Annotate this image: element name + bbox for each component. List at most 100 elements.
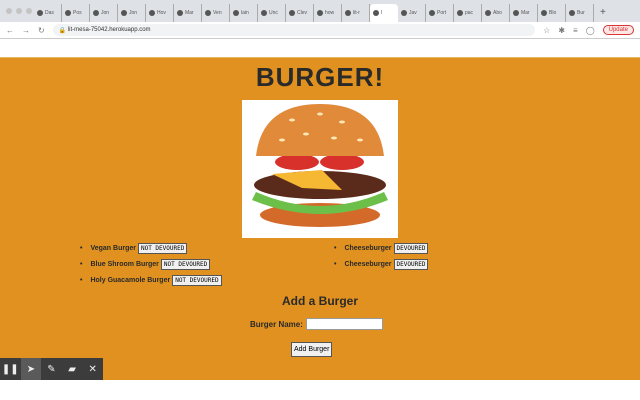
tab-bar: Das Pos Jon Jon Hov Mar Ven lain Unc Clev how lit-r…: [0, 0, 640, 22]
tab-favicon-icon: [289, 10, 295, 16]
tab-favicon-icon: [541, 10, 547, 16]
browser-tab[interactable]: Ven: [202, 4, 230, 22]
burger-name: Blue Shroom Burger: [90, 260, 159, 268]
new-tab-button[interactable]: +: [600, 4, 606, 22]
extensions-icon[interactable]: ✱: [558, 26, 565, 35]
devour-toggle-button[interactable]: DEVOURED: [393, 242, 429, 254]
tab-title: Jon: [129, 10, 138, 16]
burger-item: CheeseburgerDEVOURED: [334, 256, 429, 272]
tab-title: Pos: [73, 10, 82, 16]
pause-icon[interactable]: ❚❚: [0, 358, 21, 380]
browser-tab[interactable]: Jav: [398, 4, 426, 22]
browser-tab[interactable]: I: [370, 4, 398, 22]
page-body: BURGER! Vegan BurgerNOT DEVOUREDBlue Shr…: [0, 57, 640, 380]
burger-name: Vegan Burger: [90, 244, 136, 252]
browser-tab[interactable]: lit-r: [342, 4, 370, 22]
tab-favicon-icon: [485, 10, 491, 16]
browser-tab[interactable]: Hov: [146, 4, 174, 22]
burger-name: Cheeseburger: [344, 260, 392, 268]
pen-icon[interactable]: ✎: [41, 358, 62, 380]
tab-title: lain: [241, 10, 249, 16]
form-title: Add a Burger: [281, 294, 358, 308]
tab-title: Ven: [213, 10, 222, 16]
page-title: BURGER!: [255, 62, 385, 92]
cursor-icon[interactable]: ➤: [20, 358, 42, 380]
tab-title: Bur: [577, 10, 585, 16]
burger-item: Vegan BurgerNOT DEVOURED: [80, 240, 222, 256]
browser-tab[interactable]: pac: [454, 4, 482, 22]
star-icon[interactable]: ☆: [543, 26, 550, 35]
url-field[interactable]: 🔒 lit-mesa-75042.herokuapp.com: [52, 24, 536, 36]
tab-favicon-icon: [457, 10, 463, 16]
browser-tab[interactable]: Jon: [118, 4, 146, 22]
tab-title: Abo: [493, 10, 502, 16]
tab-favicon-icon: [121, 10, 127, 16]
tab-title: Das: [45, 10, 54, 16]
burger-name: Cheeseburger: [344, 244, 392, 252]
tab-favicon-icon: [261, 10, 267, 16]
devour-toggle-button[interactable]: DEVOURED: [393, 258, 429, 270]
tab-favicon-icon: [569, 10, 575, 16]
burger-item: Blue Shroom BurgerNOT DEVOURED: [80, 256, 222, 272]
tab-favicon-icon: [205, 10, 211, 16]
url-text: lit-mesa-75042.herokuapp.com: [67, 27, 151, 33]
tab-favicon-icon: [345, 10, 351, 16]
devoured-list: CheeseburgerDEVOUREDCheeseburgerDEVOURED: [334, 240, 429, 272]
tab-title: I: [381, 10, 383, 16]
devour-toggle-button[interactable]: NOT DEVOURED: [172, 274, 222, 286]
tab-title: Jav: [409, 10, 417, 16]
burger-name: Holy Guacamole Burger: [90, 276, 171, 284]
tab-title: lit-r: [353, 10, 360, 16]
profile-icon[interactable]: ◯: [586, 26, 595, 35]
burger-item: CheeseburgerDEVOURED: [334, 240, 429, 256]
tab-favicon-icon: [233, 10, 239, 16]
burger-form: Burger Name:: [250, 318, 383, 330]
tab-title: Port: [437, 10, 447, 16]
window-controls[interactable]: [6, 8, 32, 14]
tab-favicon-icon: [401, 10, 407, 16]
close-icon[interactable]: ✕: [82, 358, 103, 380]
reload-icon[interactable]: ↻: [38, 26, 45, 35]
address-bar-row: ← → ↻ 🔒 lit-mesa-75042.herokuapp.com ☆ ✱…: [0, 22, 640, 39]
tab-title: how: [325, 10, 335, 16]
annotation-toolbar: ❚❚ ➤ ✎ ▰ ✕: [0, 358, 103, 380]
tab-favicon-icon: [37, 10, 43, 16]
devour-toggle-button[interactable]: NOT DEVOURED: [160, 258, 211, 270]
browser-tab[interactable]: Clev: [286, 4, 314, 22]
burger-item: Holy Guacamole BurgerNOT DEVOURED: [80, 272, 222, 288]
browser-tab[interactable]: Port: [426, 4, 454, 22]
browser-tab[interactable]: Mar: [510, 4, 538, 22]
browser-tab[interactable]: Das: [34, 4, 62, 22]
browser-tab[interactable]: how: [314, 4, 342, 22]
tab-favicon-icon: [149, 10, 155, 16]
browser-tab[interactable]: lain: [230, 4, 258, 22]
eraser-icon[interactable]: ▰: [62, 358, 83, 380]
tab-title: Hov: [157, 10, 166, 16]
burger-name-label: Burger Name:: [250, 319, 303, 329]
tab-title: Blo: [549, 10, 557, 16]
devour-toggle-button[interactable]: NOT DEVOURED: [137, 242, 188, 254]
tab-title: Mar: [185, 10, 194, 16]
tab-favicon-icon: [317, 10, 323, 16]
undevoured-list: Vegan BurgerNOT DEVOUREDBlue Shroom Burg…: [80, 240, 222, 288]
add-burger-button[interactable]: Add Burger: [291, 342, 333, 357]
forward-icon[interactable]: →: [22, 26, 30, 35]
tab-favicon-icon: [429, 10, 435, 16]
browser-tab[interactable]: Pos: [62, 4, 90, 22]
browser-tab[interactable]: Bur: [566, 4, 594, 22]
reading-list-icon[interactable]: ≡: [573, 26, 578, 35]
browser-tab[interactable]: Jon: [90, 4, 118, 22]
tab-title: pac: [465, 10, 474, 16]
burger-name-input[interactable]: [305, 318, 383, 330]
burger-image: [242, 100, 398, 238]
browser-tab[interactable]: Abo: [482, 4, 510, 22]
browser-tab[interactable]: Blo: [538, 4, 566, 22]
back-icon[interactable]: ←: [6, 26, 14, 35]
tab-favicon-icon: [513, 10, 519, 16]
browser-tab[interactable]: Unc: [258, 4, 286, 22]
browser-tab[interactable]: Mar: [174, 4, 202, 22]
tab-favicon-icon: [65, 10, 71, 16]
tab-title: Clev: [297, 10, 308, 16]
update-button[interactable]: Update: [602, 25, 634, 35]
lock-icon: 🔒: [58, 27, 68, 34]
